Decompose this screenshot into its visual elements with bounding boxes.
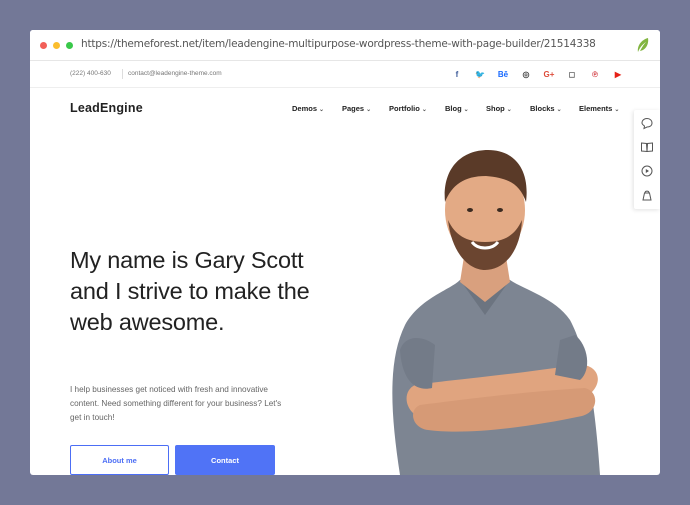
hero-heading-line-2: and I strive to make the — [70, 278, 310, 304]
hero-lead-line-2: content. Need something different for yo… — [70, 399, 282, 408]
chevron-down-icon: ⌄ — [319, 107, 325, 113]
nav-item-label: Portfolio — [389, 104, 420, 113]
google-plus-icon[interactable]: G+ — [542, 68, 556, 81]
main-navbar: LeadEngine Demos ⌄ Pages ⌄ Portfolio ⌄ Blog… — [30, 88, 660, 130]
chevron-down-icon: ⌄ — [614, 107, 620, 113]
nav-item-blocks[interactable]: Blocks ⌄ — [530, 104, 562, 113]
chat-icon[interactable] — [640, 116, 654, 130]
nav-item-elements[interactable]: Elements ⌄ — [579, 104, 619, 113]
maximize-window-dot[interactable] — [66, 42, 73, 49]
browser-toolbar: https://themeforest.net/item/leadengine-… — [30, 30, 660, 61]
twitter-icon[interactable]: 🐦 — [473, 68, 487, 81]
phone-number[interactable]: (222) 400-630 — [70, 70, 111, 77]
nav-item-pages[interactable]: Pages ⌄ — [342, 104, 371, 113]
side-toolbar — [634, 110, 660, 209]
chevron-down-icon: ⌄ — [506, 107, 512, 113]
hero-portrait-image — [392, 150, 600, 475]
chevron-down-icon: ⌄ — [556, 107, 562, 113]
hero-lead-line-3: get in touch! — [70, 413, 115, 422]
browser-window: https://themeforest.net/item/leadengine-… — [30, 30, 660, 475]
bag-icon[interactable] — [640, 188, 654, 202]
hero-section: My name is Gary Scott and I strive to ma… — [30, 130, 660, 475]
contact-topbar: (222) 400-630 contact@leadengine-theme.c… — [30, 61, 660, 88]
behance-icon[interactable]: Bē — [496, 68, 510, 81]
youtube-icon[interactable]: ▶ — [611, 68, 625, 81]
email-address[interactable]: contact@leadengine-theme.com — [128, 70, 222, 77]
nav-item-portfolio[interactable]: Portfolio ⌄ — [389, 104, 427, 113]
chevron-down-icon: ⌄ — [421, 107, 427, 113]
dribbble-icon[interactable]: ◎ — [519, 68, 533, 81]
hero-lead-line-1: I help businesses get noticed with fresh… — [70, 385, 268, 394]
nav-item-shop[interactable]: Shop ⌄ — [486, 104, 512, 113]
close-window-dot[interactable] — [40, 42, 47, 49]
nav-item-blog[interactable]: Blog ⌄ — [445, 104, 469, 113]
contact-button[interactable]: Contact — [175, 445, 275, 475]
hero-heading-line-1: My name is Gary Scott — [70, 247, 304, 273]
chevron-down-icon: ⌄ — [463, 107, 469, 113]
nav-item-label: Blog — [445, 104, 462, 113]
nav-item-demos[interactable]: Demos ⌄ — [292, 104, 324, 113]
hero-heading-line-3: web awesome. — [70, 309, 225, 335]
nav-item-label: Blocks — [530, 104, 555, 113]
nav-item-label: Shop — [486, 104, 505, 113]
play-icon[interactable] — [640, 164, 654, 178]
about-me-button[interactable]: About me — [70, 445, 169, 475]
nav-item-label: Demos — [292, 104, 318, 113]
minimize-window-dot[interactable] — [53, 42, 60, 49]
pinterest-icon[interactable]: ℗ — [588, 68, 602, 81]
chevron-down-icon: ⌄ — [366, 107, 372, 113]
facebook-icon[interactable]: f — [450, 68, 464, 81]
envato-leaf-icon — [637, 38, 649, 52]
nav-item-label: Pages — [342, 104, 365, 113]
instagram-icon[interactable]: ◻ — [565, 68, 579, 81]
site-logo[interactable]: LeadEngine — [70, 101, 143, 115]
address-bar[interactable]: https://themeforest.net/item/leadengine-… — [81, 38, 596, 50]
topbar-divider — [122, 69, 123, 79]
book-icon[interactable] — [640, 140, 654, 154]
nav-item-label: Elements — [579, 104, 613, 113]
